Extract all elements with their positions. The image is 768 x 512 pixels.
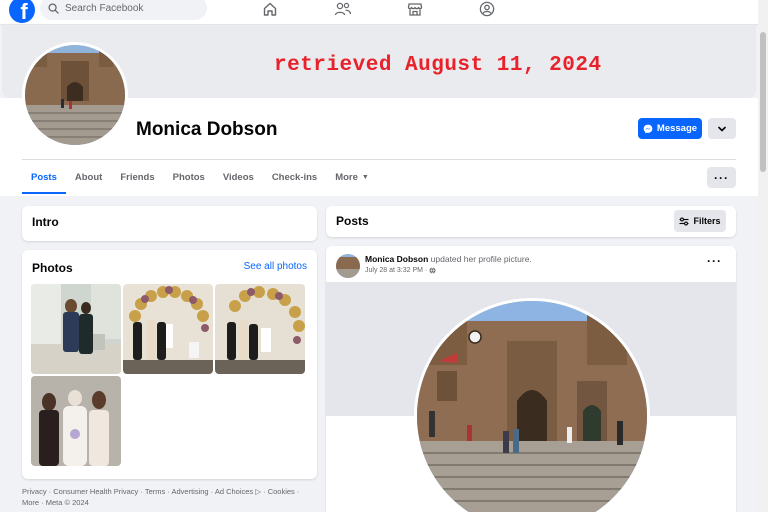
post-date[interactable]: July 28 at 3:32 PM · — [365, 267, 427, 274]
message-button[interactable]: Message — [638, 118, 702, 139]
profile-avatar[interactable] — [22, 42, 128, 148]
filters-button[interactable]: Filters — [674, 210, 726, 232]
facebook-logo[interactable]: f — [9, 0, 35, 23]
photo-thumbnail[interactable] — [31, 376, 121, 466]
post-options-icon[interactable]: ··· — [707, 254, 722, 268]
photos-title: Photos — [32, 261, 73, 275]
globe-icon — [429, 267, 436, 274]
post-author-avatar[interactable] — [336, 254, 360, 278]
post-author-name[interactable]: Monica Dobson — [365, 254, 428, 264]
tabs-more-options-button[interactable]: ··· — [707, 167, 736, 188]
posts-title: Posts — [336, 214, 369, 228]
photo-three-women-bride — [31, 376, 121, 466]
tab-friends[interactable]: Friends — [111, 160, 163, 194]
groups-icon[interactable] — [477, 0, 497, 18]
filters-icon — [679, 217, 689, 225]
friends-icon[interactable] — [333, 0, 353, 18]
cathedral-photo — [417, 301, 647, 512]
chevron-down-icon — [718, 126, 726, 131]
posts-header-card: Posts Filters — [326, 206, 736, 237]
search-icon — [48, 2, 59, 14]
see-all-photos-link[interactable]: See all photos — [244, 261, 307, 272]
messenger-icon — [643, 124, 653, 133]
post-headline: Monica Dobson updated her profile pictur… — [365, 254, 532, 264]
filters-label: Filters — [693, 216, 721, 226]
retrieved-date-overlay: retrieved August 11, 2024 — [274, 54, 602, 77]
photo-balloon-arch-group — [123, 284, 213, 374]
photo-balloon-arch-pair — [215, 284, 305, 374]
photo-thumbnail[interactable] — [215, 284, 305, 374]
footer-links[interactable]: Privacy · Consumer Health Privacy · Term… — [22, 486, 317, 508]
post-meta: July 28 at 3:32 PM · — [365, 267, 436, 274]
search-box[interactable] — [40, 0, 207, 20]
photo-two-women-indoors — [31, 284, 121, 374]
tab-check-ins[interactable]: Check-ins — [263, 160, 326, 194]
cathedral-photo — [25, 45, 125, 145]
tab-photos[interactable]: Photos — [164, 160, 214, 194]
message-button-label: Message — [656, 123, 698, 134]
caret-down-icon: ▼ — [361, 173, 369, 181]
intro-card: Intro — [22, 206, 317, 241]
author-avatar-photo — [336, 254, 360, 278]
marketplace-icon[interactable] — [405, 0, 425, 18]
ellipsis-icon: ··· — [714, 170, 729, 185]
tab-videos[interactable]: Videos — [214, 160, 263, 194]
intro-title: Intro — [32, 215, 59, 229]
tab-about[interactable]: About — [66, 160, 111, 194]
post-action-text: updated her profile picture. — [430, 254, 532, 264]
page-scrollbar[interactable] — [758, 0, 768, 512]
profile-options-button[interactable] — [708, 118, 736, 139]
photo-thumbnail[interactable] — [31, 284, 121, 374]
facebook-logo-letter: f — [20, 0, 28, 23]
tab-posts[interactable]: Posts — [22, 160, 66, 194]
profile-tabs: Posts About Friends Photos Videos Check-… — [22, 160, 378, 194]
profile-name: Monica Dobson — [136, 119, 278, 140]
top-navigation-bar: f — [0, 0, 768, 24]
tab-more-label: More — [335, 171, 358, 183]
home-icon[interactable] — [260, 0, 280, 18]
photos-card: Photos See all photos — [22, 250, 317, 479]
profile-picture-post: Monica Dobson updated her profile pictur… — [326, 246, 736, 512]
search-input[interactable] — [65, 2, 195, 14]
scrollbar-thumb[interactable] — [760, 32, 766, 172]
tab-more[interactable]: More ▼ — [326, 160, 378, 194]
photo-thumbnail[interactable] — [123, 284, 213, 374]
